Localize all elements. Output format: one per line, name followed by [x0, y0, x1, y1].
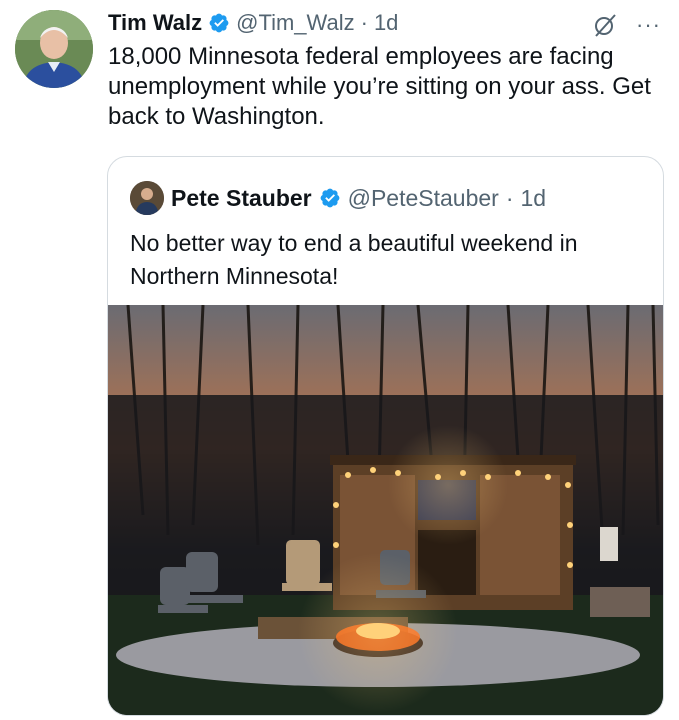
- author-name[interactable]: Tim Walz: [108, 10, 202, 36]
- quote-separator: ·: [505, 184, 514, 211]
- quoted-tweet-card[interactable]: Pete Stauber @PeteStauber · 1d No better…: [107, 156, 664, 716]
- tweet-actions: ···: [592, 12, 661, 38]
- verified-badge-icon: [319, 187, 341, 209]
- separator: ·: [360, 10, 368, 35]
- firepit-photo[interactable]: [108, 305, 663, 715]
- grok-icon[interactable]: [592, 12, 618, 38]
- avatar-photo: [15, 10, 93, 88]
- quote-text: No better way to end a beautiful weekend…: [130, 230, 578, 289]
- verified-badge-icon: [208, 12, 230, 34]
- more-options-icon[interactable]: ···: [636, 14, 661, 36]
- tweet-header: Tim Walz @Tim_Walz · 1d: [108, 8, 398, 38]
- timestamp[interactable]: 1d: [374, 10, 398, 36]
- quote-timestamp[interactable]: 1d: [521, 185, 547, 212]
- firepit-scene: [108, 305, 663, 715]
- pete-stauber-avatar[interactable]: [130, 181, 164, 215]
- quote-author-name[interactable]: Pete Stauber: [171, 185, 312, 212]
- quote-header: Pete Stauber @PeteStauber · 1d: [130, 181, 546, 215]
- tim-walz-avatar[interactable]: [15, 10, 93, 88]
- tweet-text: 18,000 Minnesota federal employees are f…: [108, 43, 651, 130]
- author-handle[interactable]: @Tim_Walz: [236, 10, 354, 36]
- quote-author-handle[interactable]: @PeteStauber: [348, 185, 499, 212]
- quote-avatar-photo: [130, 181, 164, 215]
